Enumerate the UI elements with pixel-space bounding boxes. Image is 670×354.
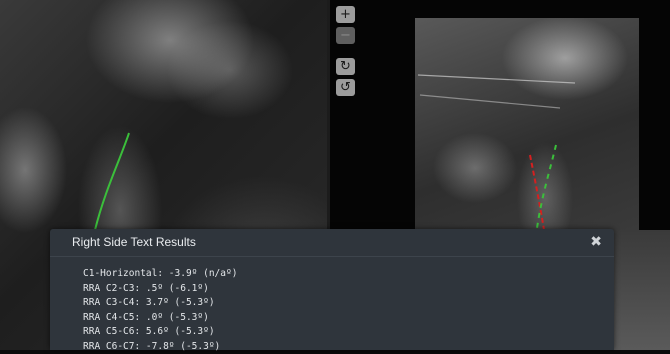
result-line: C1-Horizontal: -3.9º (n/aº) <box>83 267 603 282</box>
modal-header: Right Side Text Results ✖ <box>50 229 614 257</box>
result-line: RRA C6-C7: -7.8º (-5.3º) <box>83 340 603 354</box>
left-cervical-curve <box>95 133 129 230</box>
rotate-ccw-button[interactable]: ↺ <box>336 79 355 96</box>
zoom-out-button[interactable]: − <box>336 27 355 44</box>
rotate-cw-button[interactable]: ↻ <box>336 58 355 75</box>
result-line: RRA C3-C4: 3.7º (-5.3º) <box>83 296 603 311</box>
results-list: C1-Horizontal: -3.9º (n/aº) RRA C2-C3: .… <box>83 267 603 354</box>
result-line: RRA C5-C6: 5.6º (-5.3º) <box>83 325 603 340</box>
right-red-line <box>530 155 544 230</box>
right-green-curve <box>537 145 556 228</box>
result-line: RRA C2-C3: .5º (-6.1º) <box>83 282 603 297</box>
modal-title: Right Side Text Results <box>72 235 196 249</box>
viewer-toolbar: + − ↻ ↺ <box>336 6 356 100</box>
results-modal: Right Side Text Results ✖ C1-Horizontal:… <box>50 229 614 350</box>
close-icon[interactable]: ✖ <box>590 234 602 250</box>
wire-line-1 <box>418 75 575 83</box>
wire-line-2 <box>420 95 560 108</box>
zoom-in-button[interactable]: + <box>336 6 355 23</box>
result-line: RRA C4-C5: .0º (-5.3º) <box>83 311 603 326</box>
